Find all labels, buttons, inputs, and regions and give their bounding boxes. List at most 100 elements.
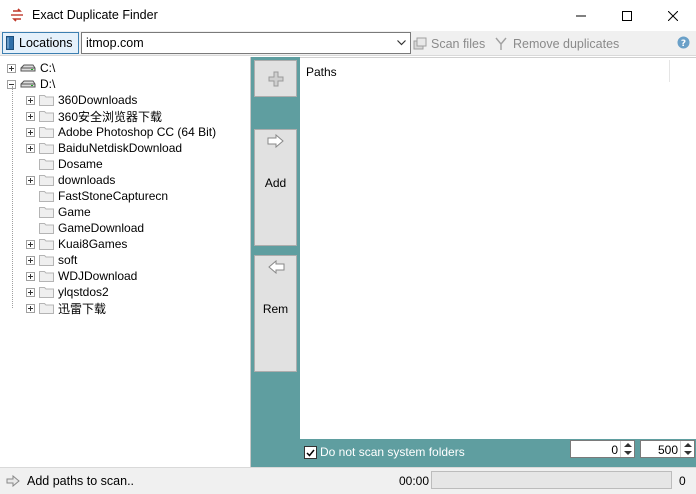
locations-button[interactable]: Locations bbox=[2, 32, 79, 54]
close-button[interactable] bbox=[650, 0, 696, 31]
expand-toggle-icon[interactable] bbox=[26, 127, 35, 137]
tree-folder-node[interactable]: Adobe Photoshop CC (64 Bit) bbox=[26, 124, 216, 140]
status-bar: Add paths to scan.. 00:00 0 bbox=[0, 467, 696, 494]
folder-icon bbox=[39, 303, 54, 314]
scan-files-button[interactable]: Scan files bbox=[413, 35, 485, 53]
stepper-down-icon[interactable] bbox=[684, 451, 692, 455]
tree-folder-node[interactable]: Game bbox=[26, 204, 91, 220]
tree-folder-label[interactable]: Game bbox=[58, 205, 91, 219]
skip-system-folders-checkbox[interactable] bbox=[304, 446, 317, 459]
plus-icon bbox=[268, 71, 283, 86]
tree-folder-label[interactable]: Kuai8Games bbox=[58, 237, 127, 251]
stepper-down-icon[interactable] bbox=[624, 451, 632, 455]
scan-icon bbox=[413, 37, 427, 50]
drive-icon bbox=[20, 64, 36, 72]
title-bar: Exact Duplicate Finder bbox=[0, 0, 696, 31]
paths-list[interactable]: Paths bbox=[300, 57, 696, 439]
tree-folder-node[interactable]: FastStoneCapturecn bbox=[26, 188, 168, 204]
add-path-button[interactable]: Add bbox=[254, 129, 297, 246]
scan-options-bar: Do not scan system folders 0 500 bbox=[300, 439, 696, 467]
tree-folder-node[interactable]: 迅雷下载 bbox=[26, 300, 106, 316]
book-icon bbox=[6, 36, 14, 50]
expand-toggle-icon[interactable] bbox=[26, 271, 35, 281]
tree-drive-label[interactable]: D:\ bbox=[40, 77, 55, 91]
status-message: Add paths to scan.. bbox=[27, 474, 135, 488]
expand-toggle-icon bbox=[26, 160, 35, 169]
tree-folder-label[interactable]: GameDownload bbox=[58, 221, 144, 235]
add-location-button[interactable] bbox=[254, 60, 297, 97]
scan-files-label: Scan files bbox=[431, 37, 486, 51]
tree-folder-label[interactable]: soft bbox=[58, 253, 77, 267]
tree-folder-node[interactable]: BaiduNetdiskDownload bbox=[26, 140, 182, 156]
stepper-up-icon[interactable] bbox=[624, 443, 632, 447]
tree-folder-label[interactable]: Adobe Photoshop CC (64 Bit) bbox=[58, 125, 216, 139]
location-combobox[interactable]: itmop.com bbox=[81, 32, 411, 54]
expand-toggle-icon[interactable] bbox=[26, 95, 35, 105]
tree-folder-label[interactable]: 360安全浏览器下载 bbox=[58, 108, 162, 125]
tree-folder-node[interactable]: 360Downloads bbox=[26, 92, 137, 108]
tree-folder-node[interactable]: WDJDownload bbox=[26, 268, 137, 284]
tree-folder-label[interactable]: 迅雷下载 bbox=[58, 300, 106, 317]
expand-toggle-icon[interactable] bbox=[26, 239, 35, 249]
add-path-label: Add bbox=[264, 176, 287, 190]
expand-toggle-icon bbox=[26, 224, 35, 233]
min-size-arrows[interactable] bbox=[620, 441, 634, 457]
tree-folder-node[interactable]: 360安全浏览器下载 bbox=[26, 108, 162, 124]
remove-duplicates-button[interactable]: Remove duplicates bbox=[495, 35, 619, 53]
expand-toggle-icon bbox=[26, 208, 35, 217]
maximize-button[interactable] bbox=[604, 0, 650, 31]
tree-folder-node[interactable]: soft bbox=[26, 252, 77, 268]
tree-folder-label[interactable]: downloads bbox=[58, 173, 115, 187]
stepper-up-icon[interactable] bbox=[684, 443, 692, 447]
tree-drive-label[interactable]: C:\ bbox=[40, 61, 55, 75]
expand-toggle-icon[interactable] bbox=[26, 111, 35, 121]
min-size-value[interactable]: 0 bbox=[611, 443, 618, 457]
expand-toggle-icon[interactable] bbox=[26, 303, 35, 313]
column-divider bbox=[669, 60, 670, 82]
location-dropdown-button[interactable] bbox=[393, 33, 410, 53]
tree-folder-label[interactable]: FastStoneCapturecn bbox=[58, 189, 168, 203]
expand-toggle-icon[interactable] bbox=[26, 143, 35, 153]
arrow-left-icon bbox=[267, 260, 284, 274]
max-size-stepper[interactable]: 500 bbox=[640, 440, 695, 458]
locations-label: Locations bbox=[19, 36, 73, 50]
tree-drive-node[interactable]: C:\ bbox=[7, 60, 55, 76]
minimize-button[interactable] bbox=[558, 0, 604, 31]
folder-icon bbox=[39, 287, 54, 298]
path-action-strip: Add Rem bbox=[251, 57, 300, 467]
tree-folder-node[interactable]: Kuai8Games bbox=[26, 236, 127, 252]
tree-folder-label[interactable]: WDJDownload bbox=[58, 269, 137, 283]
tree-folder-label[interactable]: ylqstdos2 bbox=[58, 285, 109, 299]
paths-column-header[interactable]: Paths bbox=[306, 65, 337, 79]
close-icon bbox=[668, 10, 678, 21]
tree-guide-line bbox=[12, 86, 13, 308]
folder-icon bbox=[39, 95, 54, 106]
folder-icon bbox=[39, 143, 54, 154]
expand-toggle-icon[interactable] bbox=[26, 255, 35, 265]
remove-path-button[interactable]: Rem bbox=[254, 255, 297, 372]
max-size-value[interactable]: 500 bbox=[658, 443, 678, 457]
tree-folder-label[interactable]: BaiduNetdiskDownload bbox=[58, 141, 182, 155]
skip-system-folders-label[interactable]: Do not scan system folders bbox=[320, 445, 465, 459]
remove-path-label: Rem bbox=[262, 302, 289, 316]
expand-toggle-icon[interactable] bbox=[26, 175, 35, 185]
app-logo-icon bbox=[11, 8, 23, 22]
min-size-stepper[interactable]: 0 bbox=[570, 440, 635, 458]
help-icon[interactable]: ? bbox=[677, 36, 690, 49]
window-title: Exact Duplicate Finder bbox=[32, 8, 158, 22]
tree-folder-label[interactable]: Dosame bbox=[58, 157, 103, 171]
max-size-arrows[interactable] bbox=[680, 441, 694, 457]
expand-toggle-icon[interactable] bbox=[26, 287, 35, 297]
tree-folder-node[interactable]: ylqstdos2 bbox=[26, 284, 109, 300]
tree-folder-node[interactable]: Dosame bbox=[26, 156, 103, 172]
drive-icon bbox=[20, 80, 36, 88]
svg-text:?: ? bbox=[681, 39, 686, 49]
tree-folder-label[interactable]: 360Downloads bbox=[58, 93, 137, 107]
tree-folder-node[interactable]: downloads bbox=[26, 172, 115, 188]
tree-folder-node[interactable]: GameDownload bbox=[26, 220, 144, 236]
maximize-icon bbox=[622, 10, 632, 21]
expand-toggle-icon[interactable] bbox=[7, 63, 16, 73]
tree-drive-node[interactable]: D:\ bbox=[7, 76, 55, 92]
folder-icon bbox=[39, 271, 54, 282]
folder-tree[interactable]: C:\ D:\ 360Downloads 360安全浏览器下载 Adobe Photos… bbox=[0, 57, 251, 467]
